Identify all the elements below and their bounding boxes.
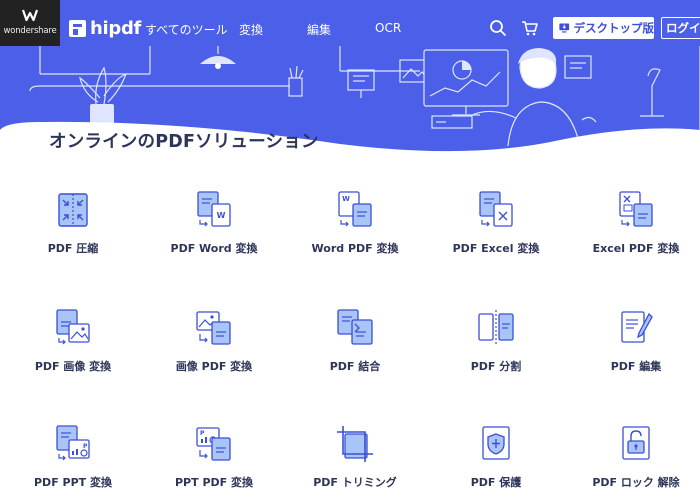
tool-pdf-edit[interactable]: PDF 編集 [566,308,700,374]
tool-image-to-pdf[interactable]: 画像 PDF 変換 [144,308,284,374]
tool-label: PDF ロック 解除 [592,476,680,489]
nav-ocr[interactable]: OCR [375,21,401,35]
cart-icon[interactable] [521,19,539,37]
monitor-download-icon [559,23,570,33]
svg-text:P: P [83,443,88,450]
tool-label: PDF Excel 変換 [452,242,540,255]
tool-pdf-to-excel[interactable]: PDF Excel 変換 [426,190,566,256]
merge-icon [337,309,373,345]
split-icon [478,310,514,346]
desktop-version-label: デスクトップ版 [573,21,655,35]
tool-pdf-protect[interactable]: PDF 保護 [426,424,566,490]
wondershare-logo[interactable]: wondershare [0,0,60,46]
nav-convert[interactable]: 変換 [239,21,263,38]
tool-pdf-compress[interactable]: PDF 圧縮 [3,190,143,256]
pdf-to-excel-icon [479,191,513,227]
login-button[interactable]: ログイン [661,17,700,39]
tool-word-to-pdf[interactable]: W Word PDF 変換 [285,190,425,256]
wondershare-mark-icon [22,9,38,22]
tool-pdf-split[interactable]: PDF 分割 [426,308,566,374]
tool-label: PDF PPT 変換 [34,476,112,489]
tool-pdf-merge[interactable]: PDF 結合 [285,308,425,374]
compress-icon [58,193,88,227]
tool-label: 画像 PDF 変換 [175,360,253,373]
tool-label: PDF 結合 [329,360,381,373]
image-to-pdf-icon [196,311,231,345]
hipdf-mark-icon [69,19,86,37]
crop-icon [337,426,373,462]
tool-label: Excel PDF 変換 [592,242,680,255]
tool-ppt-to-pdf[interactable]: P PPT PDF 変換 [144,424,284,490]
excel-to-pdf-icon [619,191,653,227]
wondershare-wordmark: wondershare [3,26,57,36]
desktop-version-button[interactable]: デスクトップ版 [553,17,654,39]
tool-pdf-to-ppt[interactable]: P PDF PPT 変換 [3,424,143,490]
tool-label: PDF 画像 変換 [34,360,112,373]
svg-text:W: W [217,211,226,220]
ppt-to-pdf-icon: P [196,427,231,461]
protect-icon [482,426,510,460]
tool-pdf-to-image[interactable]: PDF 画像 変換 [3,308,143,374]
tool-label: PDF 圧縮 [47,242,99,255]
edit-icon [621,311,653,343]
tool-pdf-unlock[interactable]: PDF ロック 解除 [566,424,700,490]
tool-label: Word PDF 変換 [311,242,399,255]
svg-text:P: P [200,430,205,437]
tool-label: PDF Word 変換 [170,242,258,255]
unlock-icon [622,426,650,460]
tool-label: PDF トリミング [313,476,397,489]
hipdf-wordmark: hipdf [90,17,142,39]
nav-all-tools[interactable]: すべてのツール [145,21,228,38]
tool-label: PDF 保護 [470,476,522,489]
search-icon[interactable] [489,19,507,37]
tool-label: PPT PDF 変換 [175,476,253,489]
pdf-to-word-icon: W [197,191,231,227]
tool-excel-to-pdf[interactable]: Excel PDF 変換 [566,190,700,256]
section-title: オンラインのPDFソリューション [49,132,319,152]
nav-edit[interactable]: 編集 [307,21,331,38]
tool-pdf-crop[interactable]: PDF トリミング [285,424,425,490]
hipdf-logo[interactable]: hipdf [69,17,142,39]
svg-text:W: W [342,195,350,203]
tool-label: PDF 編集 [610,360,662,373]
tool-label: PDF 分割 [470,360,522,373]
word-to-pdf-icon: W [338,191,372,227]
pdf-to-image-icon [56,309,90,345]
pdf-to-ppt-icon: P [56,425,90,461]
tool-pdf-to-word[interactable]: W PDF Word 変換 [144,190,284,256]
